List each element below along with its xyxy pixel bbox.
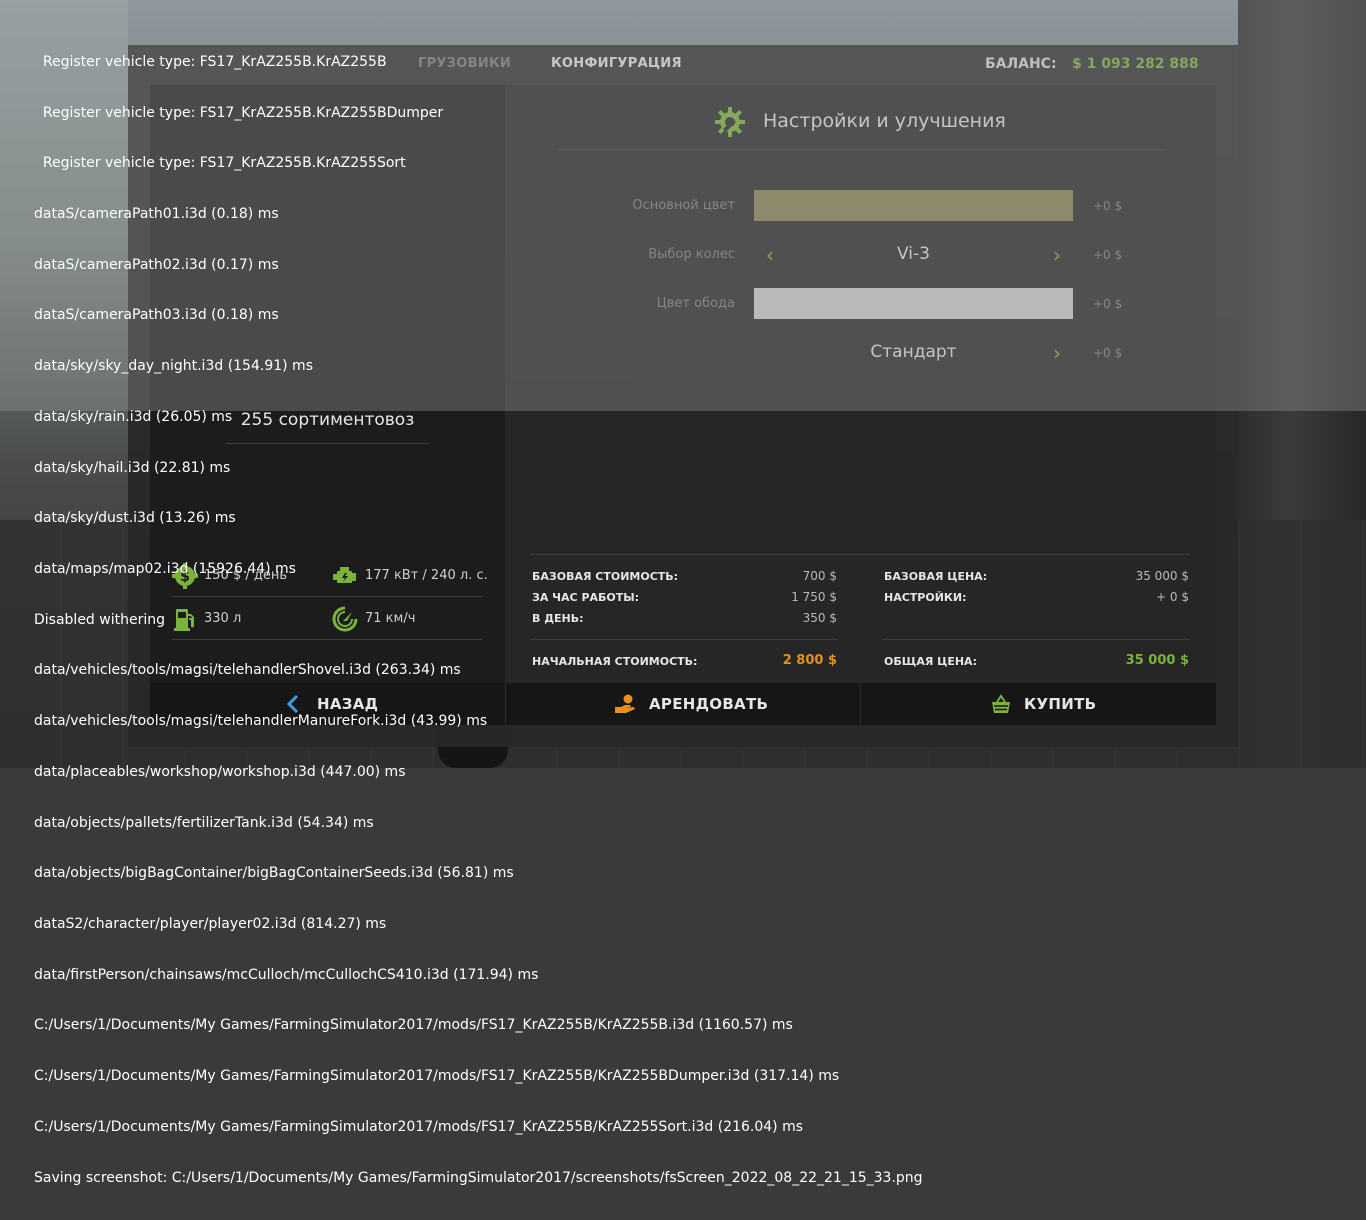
log-line: data/sky/hail.i3d (22.81) ms bbox=[34, 459, 231, 476]
debug-log-overlay: Register vehicle type: FS17_KrAZ255B.KrA… bbox=[0, 0, 1366, 1186]
log-line: data/sky/dust.i3d (13.26) ms bbox=[34, 510, 236, 527]
log-line: dataS/cameraPath01.i3d (0.18) ms bbox=[34, 205, 279, 222]
log-line: Saving screenshot: C:/Users/1/Documents/… bbox=[34, 1169, 923, 1186]
log-line: C:/Users/1/Documents/My Games/FarmingSim… bbox=[34, 1118, 804, 1135]
log-line: data/objects/bigBagContainer/bigBagConta… bbox=[34, 865, 514, 882]
log-line: data/sky/sky_day_night.i3d (154.91) ms bbox=[34, 358, 313, 375]
log-line: Register vehicle type: FS17_KrAZ255B.KrA… bbox=[34, 53, 387, 70]
log-line: data/objects/pallets/fertilizerTank.i3d … bbox=[34, 814, 374, 831]
shopping-basket-icon bbox=[992, 694, 1010, 713]
log-line: data/firstPerson/chainsaws/mcCulloch/mcC… bbox=[34, 966, 539, 983]
log-line: dataS2/character/player/player02.i3d (81… bbox=[34, 916, 387, 933]
log-line: C:/Users/1/Documents/My Games/FarmingSim… bbox=[34, 1068, 840, 1085]
log-line: Disabled withering bbox=[34, 611, 165, 628]
log-line: dataS/cameraPath03.i3d (0.18) ms bbox=[34, 307, 279, 324]
log-line: data/maps/map02.i3d (15926.44) ms bbox=[34, 561, 296, 577]
buy-button-label: КУПИТЬ bbox=[1024, 695, 1097, 713]
log-line: C:/Users/1/Documents/My Games/FarmingSim… bbox=[34, 1017, 793, 1034]
base-price-value: 35 000 $ bbox=[1135, 569, 1189, 583]
buy-total-divider bbox=[882, 639, 1190, 640]
log-line: Register vehicle type: FS17_KrAZ255B.KrA… bbox=[34, 155, 406, 172]
log-line: data/vehicles/tools/magsi/telehandlerSho… bbox=[34, 662, 461, 679]
log-line: data/placeables/workshop/workshop.i3d (4… bbox=[34, 763, 406, 780]
settings-value: + 0 $ bbox=[1156, 590, 1189, 604]
log-line: Register vehicle type: FS17_KrAZ255B.KrA… bbox=[34, 104, 444, 121]
log-line: data/sky/rain.i3d (26.05) ms bbox=[34, 408, 233, 425]
log-line: data/vehicles/tools/magsi/telehandlerMan… bbox=[34, 713, 488, 730]
debug-log: Register vehicle type: FS17_KrAZ255B.KrA… bbox=[34, 20, 923, 1220]
total-price-value: 35 000 $ bbox=[1125, 653, 1189, 668]
log-line: dataS/cameraPath02.i3d (0.17) ms bbox=[34, 256, 279, 273]
